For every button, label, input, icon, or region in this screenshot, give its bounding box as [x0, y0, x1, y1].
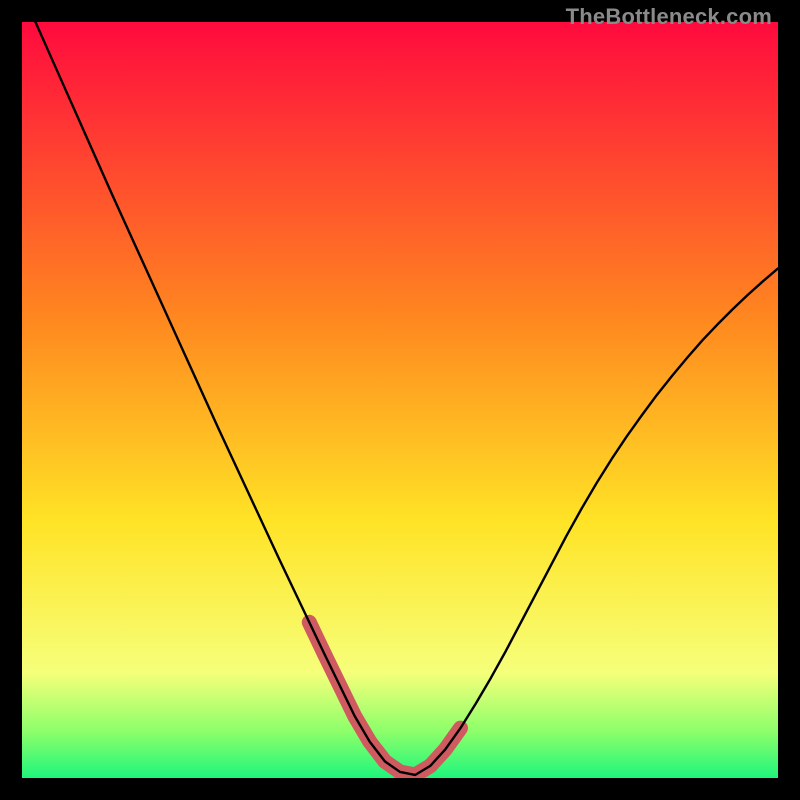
chart-svg [22, 22, 778, 778]
gradient-background [22, 22, 778, 778]
chart-frame [22, 22, 778, 778]
watermark-text: TheBottleneck.com [566, 4, 772, 30]
